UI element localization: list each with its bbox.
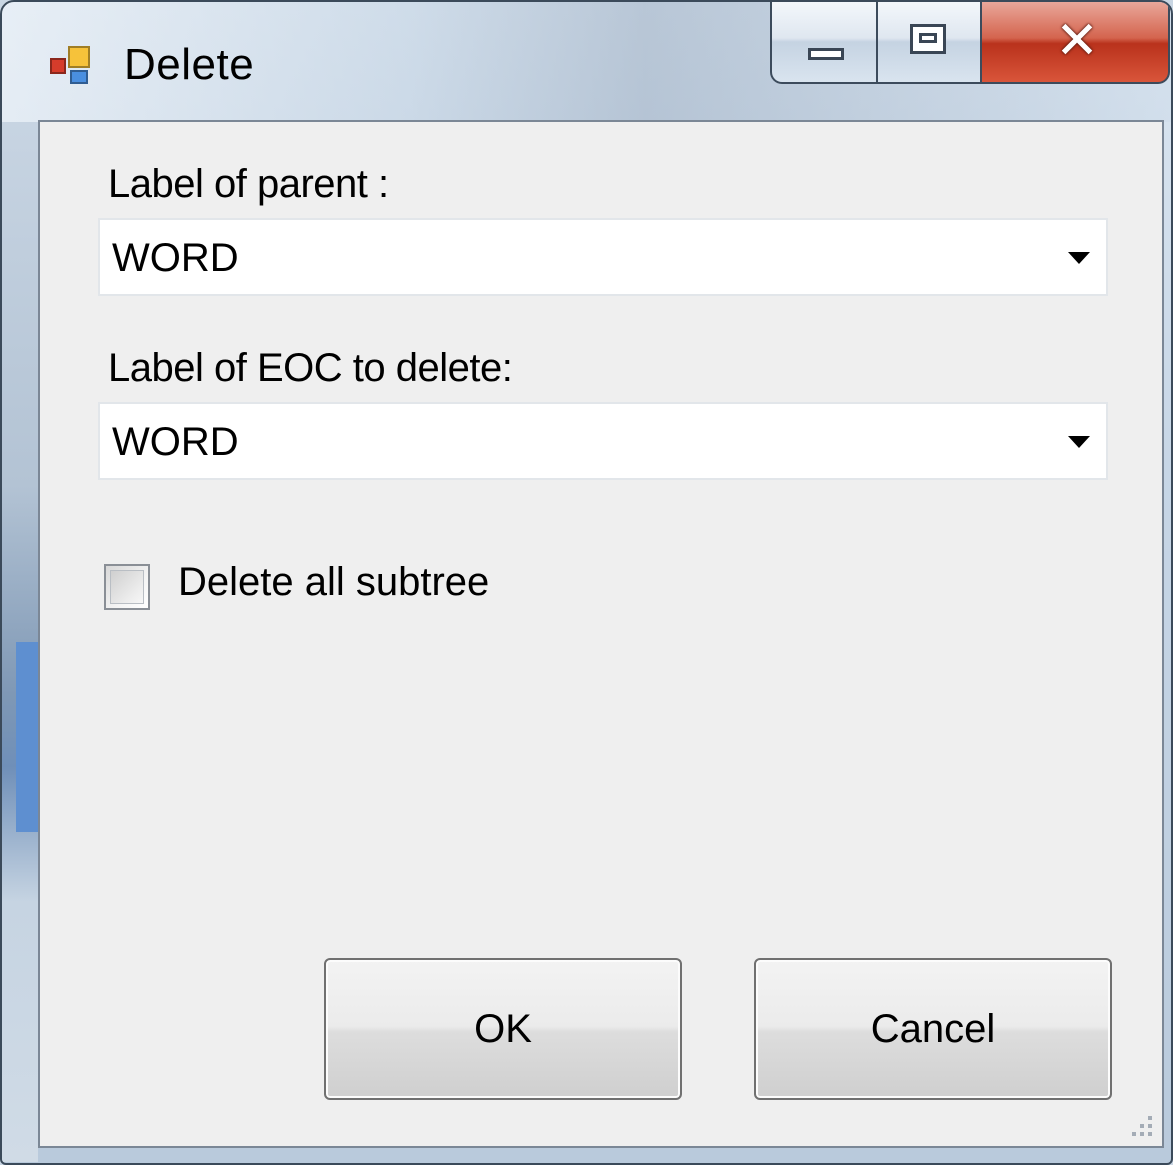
dialog-client-area: Label of parent : WORD Label of EOC to d… xyxy=(38,120,1164,1148)
parent-combobox-value: WORD xyxy=(112,236,239,280)
app-icon xyxy=(48,44,96,92)
parent-label: Label of parent : xyxy=(108,162,389,206)
cancel-button[interactable]: Cancel xyxy=(754,958,1112,1100)
parent-combobox[interactable]: WORD xyxy=(98,218,1108,296)
delete-subtree-checkbox[interactable] xyxy=(104,564,150,610)
minimize-button[interactable] xyxy=(770,2,878,84)
caption-buttons: ✕ xyxy=(770,2,1170,84)
app-icon-red-square xyxy=(50,58,66,74)
chevron-down-icon[interactable] xyxy=(1068,252,1090,264)
background-window-accent xyxy=(16,642,38,832)
eoc-combobox[interactable]: WORD xyxy=(98,402,1108,480)
delete-dialog-window: Delete ✕ Label of parent : WORD Label of… xyxy=(0,0,1173,1165)
chevron-down-icon[interactable] xyxy=(1068,436,1090,448)
delete-subtree-label[interactable]: Delete all subtree xyxy=(178,560,489,605)
close-icon: ✕ xyxy=(1055,11,1099,71)
eoc-label: Label of EOC to delete: xyxy=(108,346,513,390)
app-icon-blue-square xyxy=(70,70,88,84)
maximize-icon xyxy=(910,24,946,54)
background-window-edge xyxy=(2,122,38,1162)
maximize-button[interactable] xyxy=(878,2,982,84)
minimize-icon xyxy=(808,48,844,60)
close-button[interactable]: ✕ xyxy=(982,2,1170,84)
app-icon-yellow-square xyxy=(68,46,90,68)
window-title: Delete xyxy=(124,40,255,89)
eoc-combobox-value: WORD xyxy=(112,420,239,464)
title-bar[interactable]: Delete ✕ xyxy=(2,2,1171,120)
ok-button[interactable]: OK xyxy=(324,958,682,1100)
resize-grip[interactable] xyxy=(1128,1114,1154,1140)
